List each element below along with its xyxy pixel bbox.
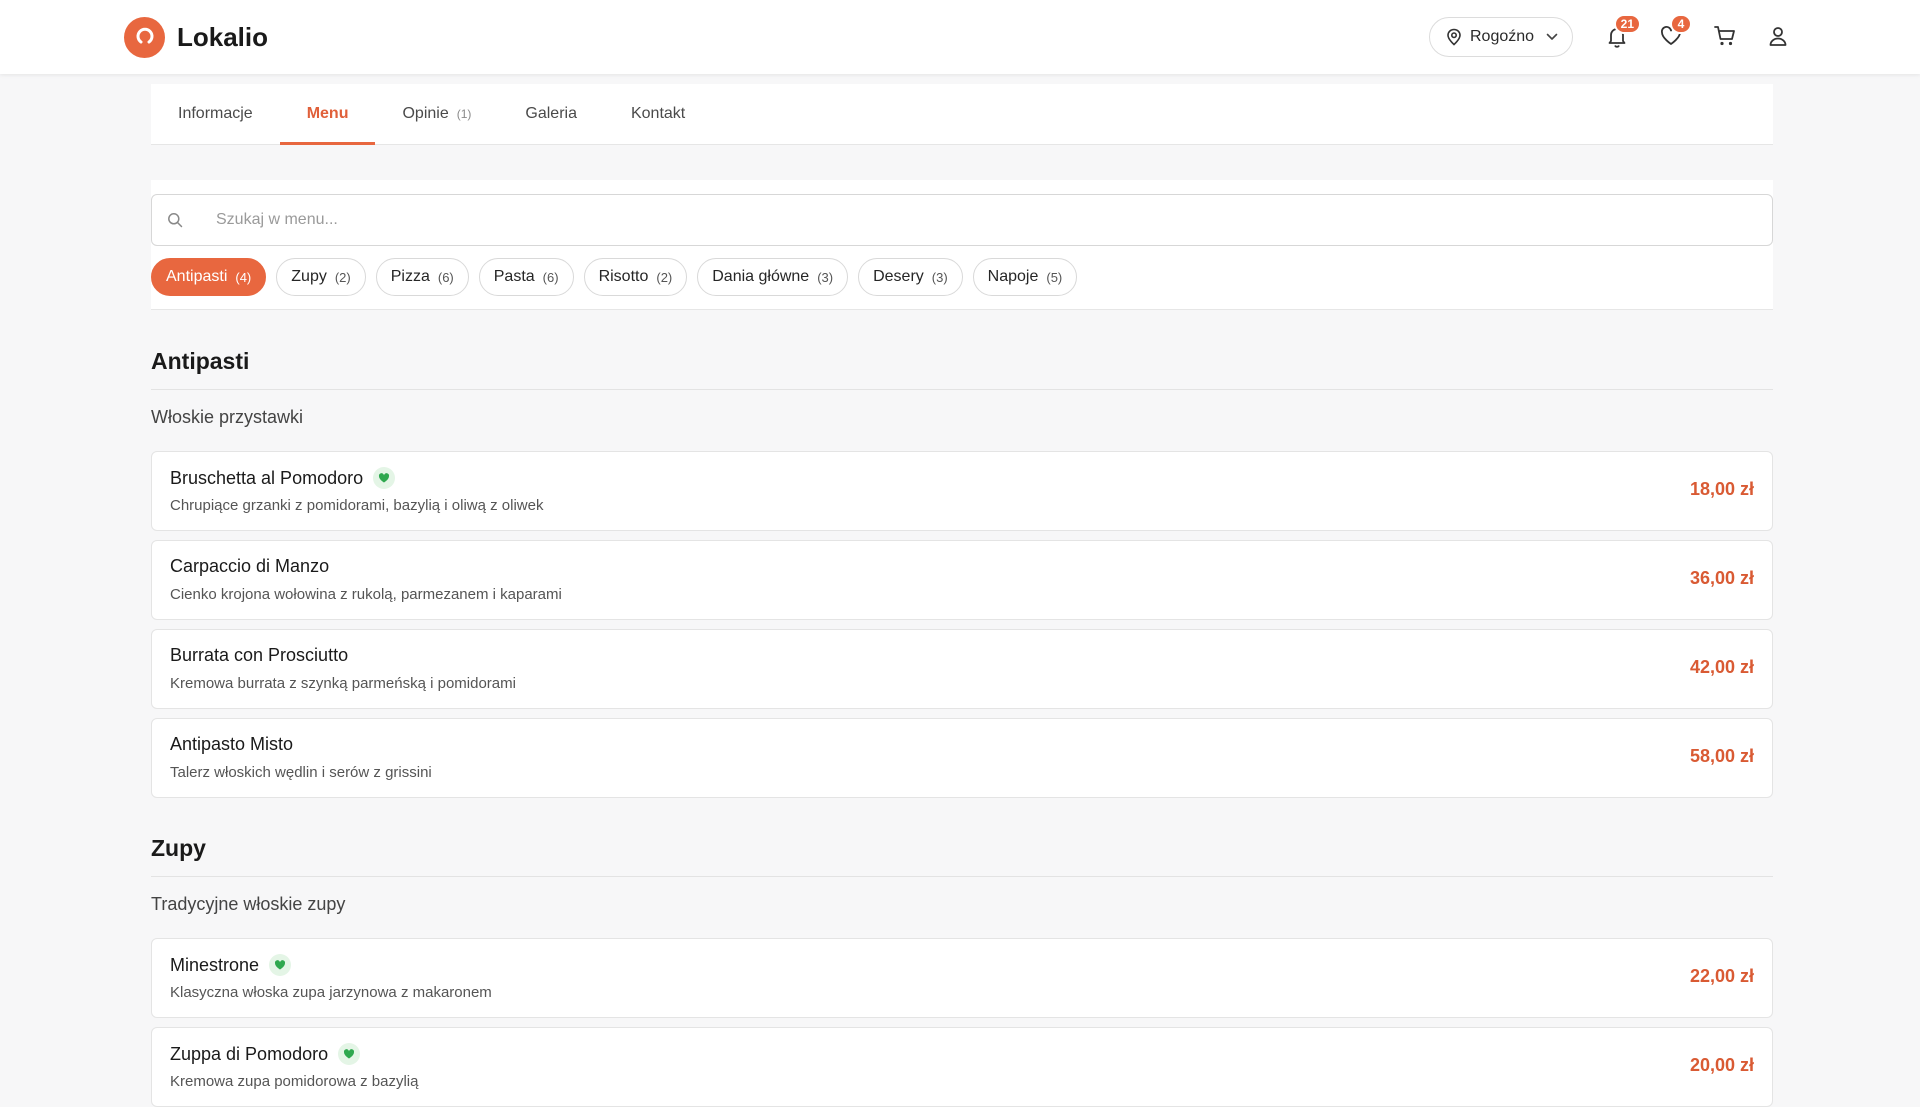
user-icon xyxy=(1769,27,1787,46)
tab-informacje[interactable]: Informacje xyxy=(151,84,280,144)
menu-item[interactable]: Carpaccio di Manzo Cienko krojona wołowi… xyxy=(151,540,1773,620)
chip-count: (5) xyxy=(1046,269,1063,285)
menu-item-description: Chrupiące grzanki z pomidorami, bazylią … xyxy=(170,497,544,514)
chip-label: Dania główne xyxy=(712,268,810,285)
menu-item-price: 36,00 zł xyxy=(1689,568,1754,588)
chip-count: (3) xyxy=(817,269,834,285)
notifications-button[interactable]: 21 xyxy=(1603,14,1641,50)
tab-label: Informacje xyxy=(178,105,253,122)
category-chip-dania-glowne[interactable]: Dania główne (3) xyxy=(697,258,849,296)
section-subtitle: Tradycyjne włoskie zupy xyxy=(151,894,346,914)
menu-item[interactable]: Antipasto Misto Talerz włoskich wędlin i… xyxy=(151,718,1773,798)
location-label: Rogoźno xyxy=(1470,28,1535,45)
tab-kontakt[interactable]: Kontakt xyxy=(604,84,712,144)
chevron-down-icon xyxy=(1546,33,1558,40)
cart-icon xyxy=(1714,26,1735,46)
favorites-badge: 4 xyxy=(1670,14,1692,34)
menu-item-description: Kremowa zupa pomidorowa z bazylią xyxy=(170,1073,419,1090)
menu-item-name: Bruschetta al Pomodoro xyxy=(170,467,364,488)
menu-item-description: Klasyczna włoska zupa jarzynowa z makaro… xyxy=(170,984,492,1001)
category-chip-risotto[interactable]: Risotto (2) xyxy=(583,258,688,296)
logo[interactable]: Lokalio xyxy=(124,16,268,58)
menu-search xyxy=(151,194,1773,246)
vegetarian-leaf-icon xyxy=(269,954,292,976)
category-chips: Antipasti (4) Zupy (2) Pizza (6) Pasta (… xyxy=(151,258,1078,296)
section-title: Antipasti xyxy=(151,348,1773,390)
category-chip-antipasti[interactable]: Antipasti (4) xyxy=(151,258,267,296)
chip-count: (4) xyxy=(235,269,252,285)
chip-count: (2) xyxy=(334,269,351,285)
chip-label: Pizza xyxy=(390,268,430,285)
menu-item-price: 42,00 zł xyxy=(1689,657,1754,677)
menu-item-price: 18,00 zł xyxy=(1689,479,1754,499)
menu-item-description: Cienko krojona wołowina z rukolą, parmez… xyxy=(170,586,562,603)
menu-item-name-row: Carpaccio di Manzo xyxy=(170,556,329,577)
section-subtitle: Włoskie przystawki xyxy=(151,407,304,427)
menu-item-name-row: Antipasto Misto xyxy=(170,734,293,755)
category-chip-zupy[interactable]: Zupy (2) xyxy=(276,258,366,296)
menu-item[interactable]: Minestrone Klasyczna włoska zupa jarzyno… xyxy=(151,938,1773,1018)
menu-item-price: 22,00 zł xyxy=(1689,966,1754,986)
menu-item-price: 20,00 zł xyxy=(1689,1055,1754,1075)
vegetarian-leaf-icon xyxy=(373,467,396,489)
tab-opinie[interactable]: Opinie (1) xyxy=(375,84,498,144)
location-selector[interactable]: Rogoźno xyxy=(1429,17,1573,57)
search-icon xyxy=(152,212,198,228)
menu-item-name-row: Burrata con Prosciutto xyxy=(170,645,348,666)
logo-icon xyxy=(124,16,165,58)
tab-label: Kontakt xyxy=(630,105,686,122)
map-pin-icon xyxy=(1447,28,1461,46)
chip-count: (2) xyxy=(656,269,673,285)
chip-label: Napoje xyxy=(987,268,1039,285)
menu-item-name: Zuppa di Pomodoro xyxy=(170,1043,329,1064)
category-chip-napoje[interactable]: Napoje (5) xyxy=(972,258,1078,296)
search-input[interactable] xyxy=(198,211,1772,229)
tab-menu[interactable]: Menu xyxy=(279,84,376,145)
menu-filter-panel: Antipasti (4) Zupy (2) Pizza (6) Pasta (… xyxy=(151,180,1773,310)
category-chip-desery[interactable]: Desery (3) xyxy=(858,258,963,296)
chip-count: (6) xyxy=(437,269,454,285)
chip-label: Desery xyxy=(873,268,924,285)
favorites-button[interactable]: 4 xyxy=(1657,14,1692,50)
logo-text: Lokalio xyxy=(177,21,269,52)
tab-label: Galeria xyxy=(525,105,577,122)
top-header: Lokalio Rogoźno 21 4 xyxy=(0,0,1920,74)
chip-label: Pasta xyxy=(493,268,535,285)
tab-label: Menu xyxy=(306,105,349,122)
menu-item[interactable]: Bruschetta al Pomodoro Chrupiące grzanki… xyxy=(151,451,1773,531)
category-chip-pizza[interactable]: Pizza (6) xyxy=(375,258,469,296)
menu-item-description: Kremowa burrata z szynką parmeńską i pom… xyxy=(170,675,516,692)
chip-label: Antipasti xyxy=(166,268,228,285)
category-chip-pasta[interactable]: Pasta (6) xyxy=(478,258,574,296)
account-button[interactable] xyxy=(1764,22,1792,50)
menu-item-name: Antipasto Misto xyxy=(170,734,294,754)
menu-item-name-row: Minestrone xyxy=(170,954,292,976)
tab-galeria[interactable]: Galeria xyxy=(498,84,604,144)
menu-item-name: Burrata con Prosciutto xyxy=(170,645,349,665)
chip-label: Risotto xyxy=(598,268,649,285)
cart-button[interactable] xyxy=(1711,22,1739,50)
chip-label: Zupy xyxy=(291,268,327,285)
chip-count: (3) xyxy=(931,269,948,285)
tab-count: (1) xyxy=(456,107,472,121)
menu-item-price: 58,00 zł xyxy=(1689,746,1754,766)
notifications-badge: 21 xyxy=(1613,14,1641,34)
menu-item-name-row: Bruschetta al Pomodoro xyxy=(170,467,396,489)
menu-item[interactable]: Zuppa di Pomodoro Kremowa zupa pomidorow… xyxy=(151,1027,1773,1107)
menu-item-name: Minestrone xyxy=(170,954,260,975)
menu-item[interactable]: Burrata con Prosciutto Kremowa burrata z… xyxy=(151,629,1773,709)
menu-item-name: Carpaccio di Manzo xyxy=(170,556,330,576)
chip-count: (6) xyxy=(542,269,559,285)
section-title: Zupy xyxy=(151,835,1773,877)
menu-item-name-row: Zuppa di Pomodoro xyxy=(170,1043,361,1065)
restaurant-tabs: Informacje Menu Opinie (1) Galeria Konta… xyxy=(151,84,1773,145)
menu-item-description: Talerz włoskich wędlin i serów z grissin… xyxy=(170,764,432,781)
vegetarian-leaf-icon xyxy=(338,1043,361,1065)
tab-label: Opinie xyxy=(402,105,449,122)
